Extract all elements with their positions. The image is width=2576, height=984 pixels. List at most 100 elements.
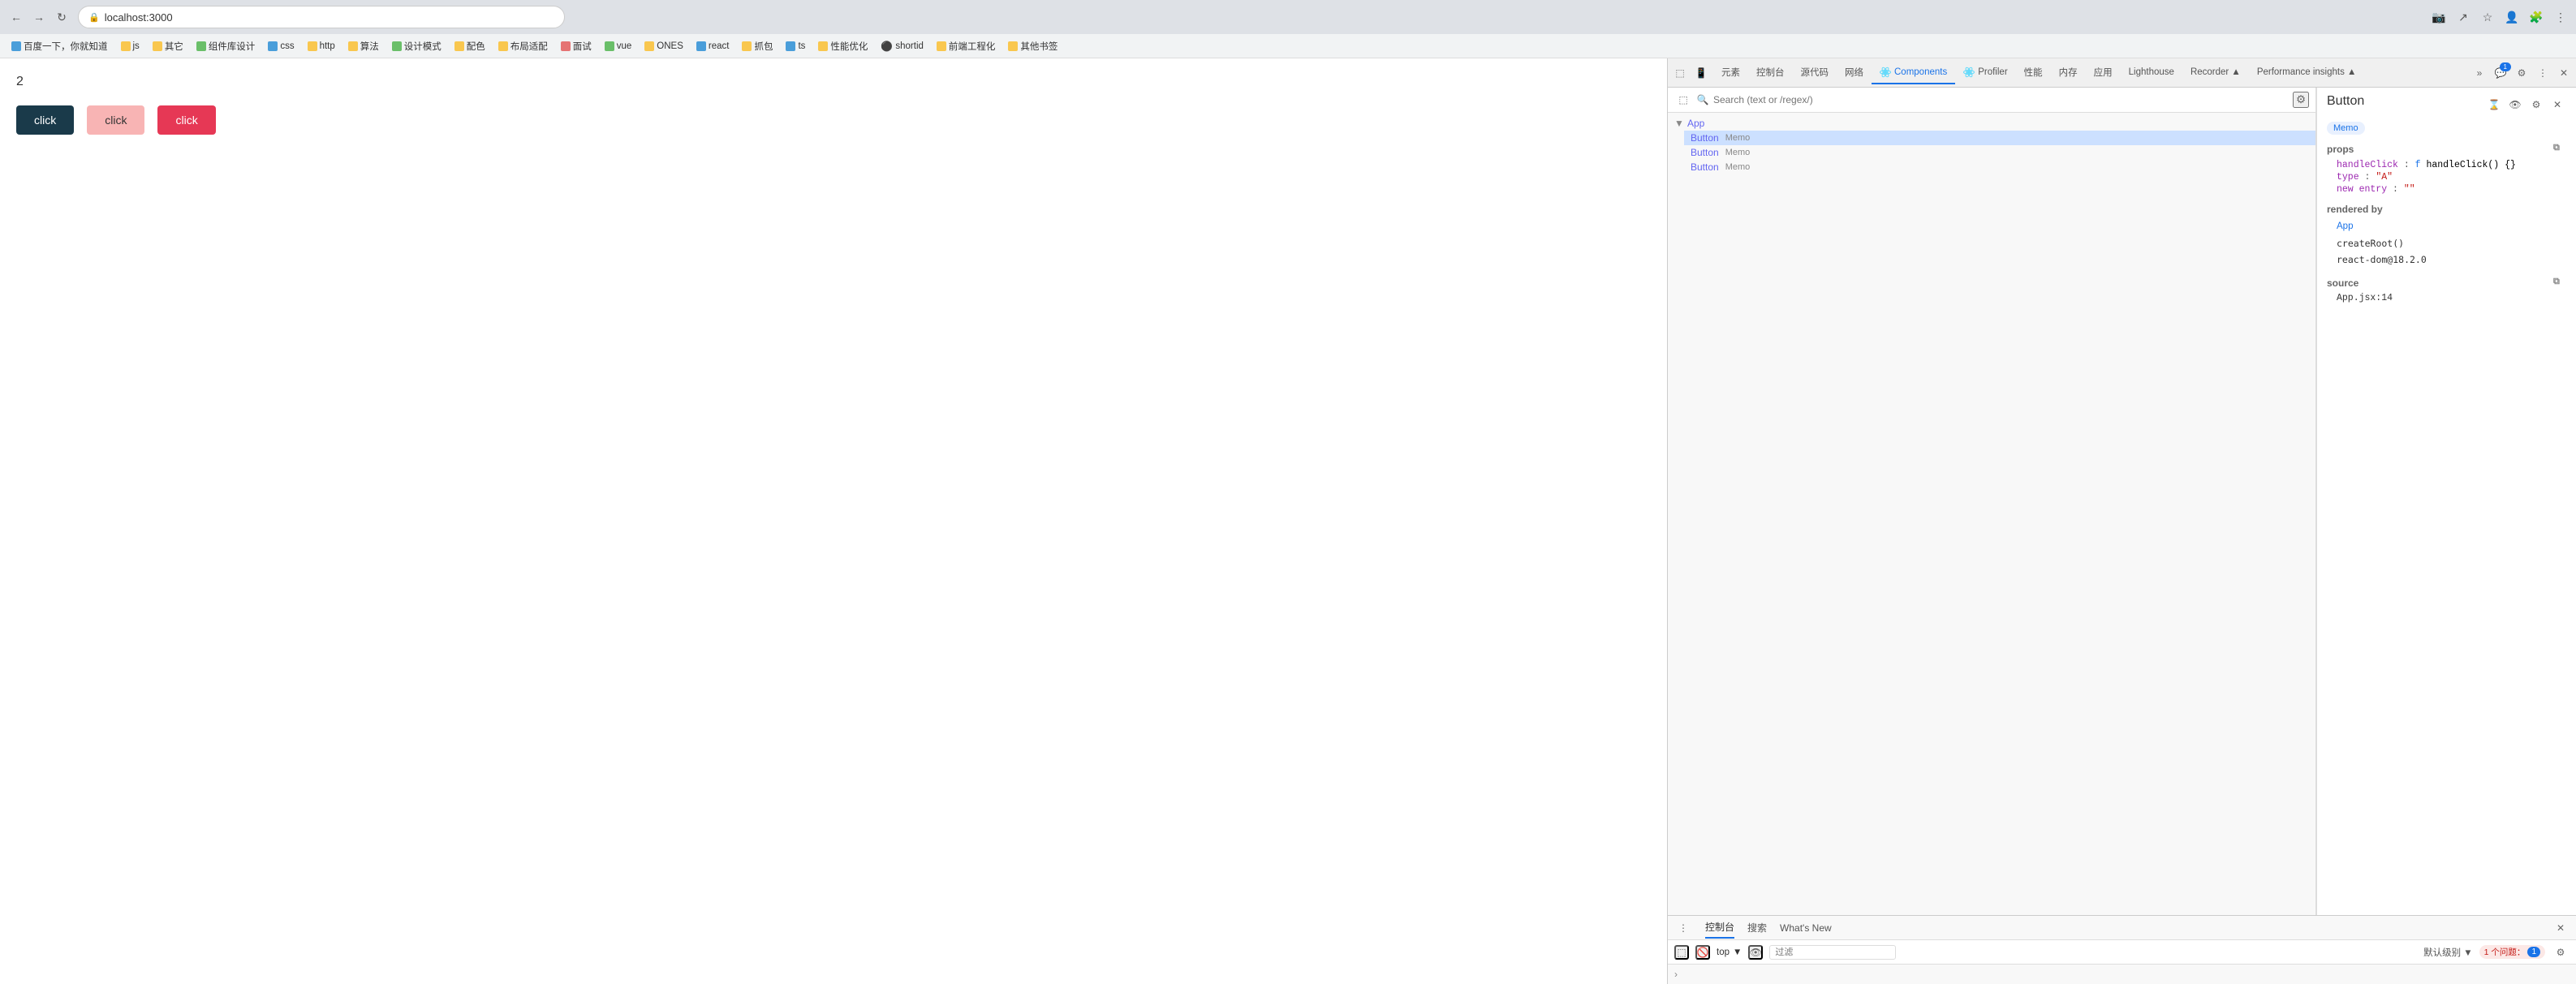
- extensions-icon[interactable]: 🧩: [2527, 8, 2545, 26]
- bookmark-folder-icon: [696, 41, 706, 51]
- back-button[interactable]: ←: [6, 7, 26, 27]
- devtools-inspect-button[interactable]: ⬚: [1671, 64, 1689, 82]
- tab-components[interactable]: Components: [1872, 62, 1955, 84]
- bookmark-other[interactable]: 其它: [148, 38, 188, 54]
- rendered-by-app[interactable]: App: [2337, 218, 2566, 235]
- tab-application[interactable]: 应用: [2086, 61, 2121, 85]
- bookmark-perf[interactable]: 性能优化: [813, 38, 872, 54]
- console-level-label[interactable]: 默认级别 ▼: [2423, 946, 2473, 959]
- bookmark-component-lib[interactable]: 组件库设计: [192, 38, 261, 54]
- console-eye-button[interactable]: 👁: [1748, 945, 1763, 960]
- notification-badge: 1: [2500, 62, 2511, 71]
- bookmark-label: ONES: [657, 41, 683, 51]
- rendered-by-createroot: createRoot(): [2337, 235, 2566, 252]
- refresh-button[interactable]: ↻: [52, 7, 71, 27]
- props-label: props: [2327, 144, 2354, 155]
- search-input[interactable]: [1713, 94, 2290, 105]
- bookmark-icon[interactable]: ☆: [2479, 8, 2496, 26]
- button-b[interactable]: click: [87, 105, 144, 135]
- button-a[interactable]: click: [16, 105, 74, 135]
- screenshot-icon[interactable]: 📷: [2430, 8, 2448, 26]
- tab-memory[interactable]: 内存: [2051, 61, 2086, 85]
- settings-button[interactable]: ⚙: [2513, 64, 2531, 82]
- props-copy-button[interactable]: ⧉: [2553, 143, 2566, 156]
- component-inspect-button[interactable]: ⬚: [1674, 91, 1692, 109]
- devtools-device-button[interactable]: 📱: [1692, 64, 1710, 82]
- console-close-button[interactable]: ✕: [2552, 919, 2570, 937]
- devtools-tab-more: » 💬 1 ⚙ ⋮ ✕: [2470, 64, 2573, 82]
- bookmark-folder-icon: [308, 41, 317, 51]
- bookmark-js[interactable]: js: [116, 40, 144, 53]
- menu-icon[interactable]: ⋮: [2552, 8, 2570, 26]
- bookmark-label: 配色: [467, 40, 485, 53]
- console-tab-console[interactable]: 控制台: [1705, 917, 1734, 939]
- console-more-options-button[interactable]: ⋮: [1674, 919, 1692, 937]
- bookmark-label: 其他书签: [1020, 40, 1058, 53]
- console-clear-button[interactable]: 🚫: [1695, 945, 1710, 960]
- forward-button[interactable]: →: [29, 7, 49, 27]
- notifications-button[interactable]: 💬 1: [2492, 64, 2509, 82]
- bookmark-layout[interactable]: 布局适配: [493, 38, 553, 54]
- browser-chrome: ← → ↻ 🔒 localhost:3000 📷 ↗ ☆ 👤 🧩 ⋮: [0, 0, 2576, 34]
- bookmark-capture[interactable]: 抓包: [737, 38, 778, 54]
- more-tabs-button[interactable]: »: [2470, 64, 2488, 82]
- bookmark-other-books[interactable]: 其他书签: [1003, 38, 1062, 54]
- bookmark-folder-icon: [1008, 41, 1018, 51]
- profile-icon[interactable]: 👤: [2503, 8, 2521, 26]
- props-section-header: props ⧉: [2327, 143, 2566, 156]
- tree-item-button-1[interactable]: Button Memo: [1684, 131, 2315, 145]
- source-copy-button[interactable]: ⧉: [2553, 277, 2566, 290]
- tab-lighthouse[interactable]: Lighthouse: [2121, 62, 2182, 84]
- prop-key: new entry: [2337, 184, 2387, 195]
- bookmark-ones[interactable]: ONES: [640, 40, 688, 53]
- console-tab-whats-new[interactable]: What's New: [1780, 919, 1832, 937]
- bookmark-github-shortid[interactable]: ⚫ shortid: [876, 39, 928, 54]
- more-options-button[interactable]: ⋮: [2534, 64, 2552, 82]
- tree-item-button-3[interactable]: Button Memo: [1684, 160, 2315, 174]
- bookmark-react[interactable]: react: [691, 40, 734, 53]
- source-label: source: [2327, 277, 2358, 289]
- tree-item-button-2[interactable]: Button Memo: [1684, 145, 2315, 160]
- bookmark-label: react: [709, 41, 730, 51]
- bookmark-label: 布局适配: [510, 40, 548, 53]
- close-devtools-button[interactable]: ✕: [2555, 64, 2573, 82]
- component-suspend-button[interactable]: ⌛: [2485, 96, 2503, 114]
- share-icon[interactable]: ↗: [2454, 8, 2472, 26]
- bookmark-vue[interactable]: vue: [600, 40, 637, 53]
- component-settings-button[interactable]: ⚙: [2527, 96, 2545, 114]
- bookmark-folder-icon: [268, 41, 278, 51]
- bookmark-interview[interactable]: 面试: [556, 38, 597, 54]
- button-c[interactable]: click: [157, 105, 215, 135]
- bookmark-color[interactable]: 配色: [450, 38, 490, 54]
- console-sidebar-button[interactable]: ⬚: [1674, 945, 1689, 960]
- bookmark-algo[interactable]: 算法: [343, 38, 384, 54]
- issues-badge: 1 个问题： 1: [2479, 945, 2545, 959]
- console-filter-input[interactable]: [1769, 945, 1896, 960]
- rendered-by-app-link[interactable]: App: [2337, 221, 2353, 231]
- search-settings-button[interactable]: ⚙: [2293, 92, 2309, 108]
- tab-console[interactable]: 控制台: [1748, 61, 1793, 85]
- component-close-button[interactable]: ✕: [2548, 96, 2566, 114]
- address-bar[interactable]: 🔒 localhost:3000: [78, 6, 565, 28]
- tab-performance-insights[interactable]: Performance insights ▲: [2249, 62, 2365, 84]
- console-tab-search[interactable]: 搜索: [1747, 917, 1767, 938]
- bookmark-label: 性能优化: [830, 40, 868, 53]
- tab-source[interactable]: 源代码: [1793, 61, 1837, 85]
- console-settings-button[interactable]: ⚙: [2552, 943, 2570, 961]
- bookmark-design-pattern[interactable]: 设计模式: [387, 38, 446, 54]
- tab-recorder[interactable]: Recorder ▲: [2182, 62, 2249, 84]
- tab-profiler[interactable]: Profiler: [1955, 62, 2015, 84]
- bookmark-baidu[interactable]: 百度一下，你就知道: [6, 38, 113, 54]
- bookmark-frontend-eng[interactable]: 前端工程化: [932, 38, 1001, 54]
- tab-elements[interactable]: 元素: [1713, 61, 1748, 85]
- bookmark-ts[interactable]: ts: [781, 40, 810, 53]
- bookmark-http[interactable]: http: [303, 40, 340, 53]
- bookmark-css[interactable]: css: [263, 40, 299, 53]
- tab-performance[interactable]: 性能: [2016, 61, 2051, 85]
- prop-row-handleclick: handleClick : f handleClick() {}: [2327, 159, 2566, 171]
- component-tag: Memo: [2327, 122, 2365, 135]
- bookmark-folder-icon: [11, 41, 21, 51]
- tab-network[interactable]: 网络: [1837, 61, 1872, 85]
- tree-item-app[interactable]: ▼ App: [1668, 116, 2315, 131]
- component-eye-button[interactable]: 👁: [2506, 96, 2524, 114]
